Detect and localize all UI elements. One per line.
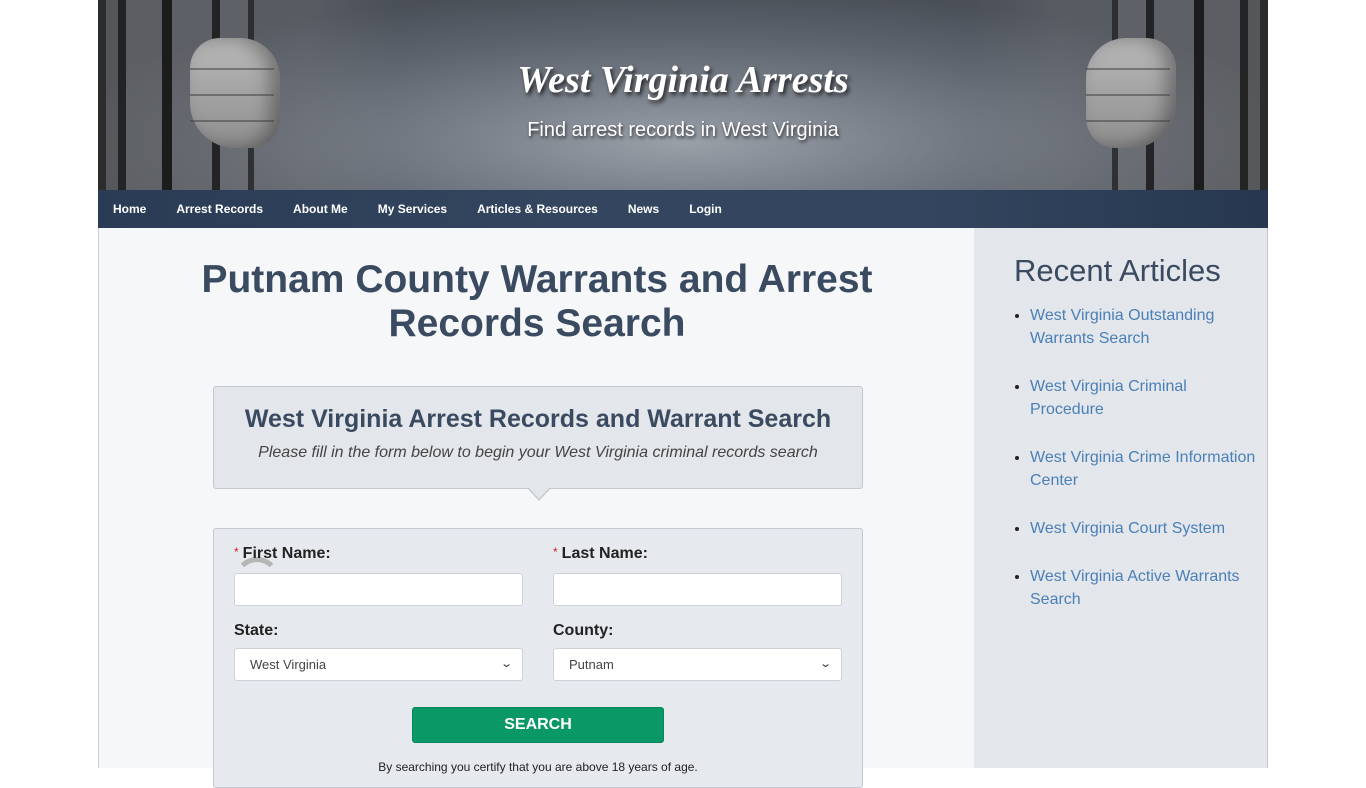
last-name-field: * Last Name: — [553, 545, 842, 606]
list-item: West Virginia Outstanding Warrants Searc… — [1030, 304, 1260, 350]
nav-articles-resources[interactable]: Articles & Resources — [477, 202, 598, 216]
state-field: State: West Virginia ⌄ — [234, 622, 523, 681]
search-form: * First Name: * Last Name: State: West Vir… — [213, 528, 863, 788]
last-name-input[interactable] — [553, 573, 842, 606]
site-title[interactable]: West Virginia Arrests — [98, 58, 1268, 102]
nav-news[interactable]: News — [628, 202, 659, 216]
county-field: County: Putnam ⌄ — [553, 622, 842, 681]
county-label: County: — [553, 622, 614, 639]
nav-home[interactable]: Home — [113, 202, 146, 216]
site-tagline: Find arrest records in West Virginia — [527, 119, 839, 141]
search-button[interactable]: SEARCH — [412, 707, 664, 743]
article-link[interactable]: West Virginia Active Warrants Search — [1030, 568, 1240, 608]
page-title: Putnam County Warrants and Arrest Record… — [201, 258, 873, 345]
required-marker: * — [234, 545, 239, 559]
site-header: West Virginia Arrests Find arrest record… — [98, 0, 1268, 190]
list-item: West Virginia Criminal Procedure — [1030, 375, 1260, 421]
age-disclaimer: By searching you certify that you are ab… — [378, 760, 698, 774]
search-intro-box: West Virginia Arrest Records and Warrant… — [213, 386, 863, 489]
first-name-label: * First Name: — [234, 545, 331, 562]
list-item: West Virginia Active Warrants Search — [1030, 565, 1260, 611]
required-marker: * — [553, 545, 558, 559]
article-link[interactable]: West Virginia Outstanding Warrants Searc… — [1030, 307, 1214, 347]
article-link[interactable]: West Virginia Crime Information Center — [1030, 449, 1255, 489]
list-item: West Virginia Crime Information Center — [1030, 446, 1260, 492]
article-link[interactable]: West Virginia Criminal Procedure — [1030, 378, 1187, 418]
search-intro-heading: West Virginia Arrest Records and Warrant… — [244, 405, 832, 433]
article-link[interactable]: West Virginia Court System — [1030, 520, 1225, 537]
county-select[interactable]: Putnam — [553, 648, 842, 681]
state-select[interactable]: West Virginia — [234, 648, 523, 681]
search-intro-subheading: Please fill in the form below to begin y… — [258, 444, 818, 461]
sidebar: Recent Articles West Virginia Outstandin… — [974, 228, 1268, 768]
main-nav: Home Arrest Records About Me My Services… — [98, 190, 1268, 228]
intro-pointer-arrow — [527, 487, 551, 501]
recent-articles-heading: Recent Articles — [1014, 253, 1221, 288]
first-name-field: * First Name: — [234, 545, 523, 606]
recent-articles-list: West Virginia Outstanding Warrants Searc… — [1030, 304, 1260, 636]
state-label: State: — [234, 622, 279, 639]
nav-my-services[interactable]: My Services — [378, 202, 447, 216]
main-content: Putnam County Warrants and Arrest Record… — [98, 228, 974, 788]
page: West Virginia Arrests Find arrest record… — [98, 0, 1268, 788]
nav-login[interactable]: Login — [689, 202, 722, 216]
nav-about-me[interactable]: About Me — [293, 202, 348, 216]
last-name-label: * Last Name: — [553, 545, 648, 562]
nav-arrest-records[interactable]: Arrest Records — [176, 202, 263, 216]
list-item: West Virginia Court System — [1030, 517, 1260, 540]
first-name-input[interactable] — [234, 573, 523, 606]
